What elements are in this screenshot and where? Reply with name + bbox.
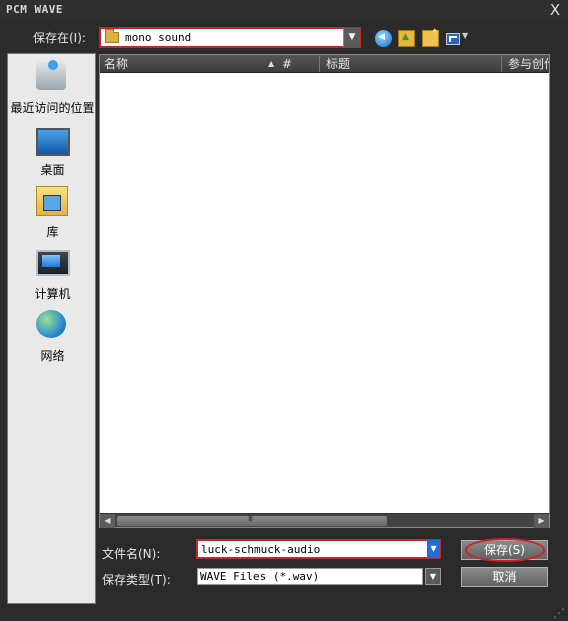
window-title: PCM WAVE [6,3,63,16]
filename-value: luck-schmuck-audio [201,543,321,556]
save-button[interactable]: 保存(S) [461,540,548,560]
computer-icon [36,250,70,276]
library-icon [36,186,68,216]
new-folder-icon[interactable] [422,27,439,47]
column-header-artist[interactable]: 参与创作 [504,56,549,72]
lookin-combobox[interactable]: mono sound ▼ [99,27,361,48]
lookin-label: 保存在(I): [33,31,86,45]
place-library[interactable]: 库 [8,182,97,242]
desktop-icon [36,128,70,156]
column-header-title[interactable]: 标题 [322,56,502,72]
place-label: 库 [46,225,59,239]
filetype-value: WAVE Files (*.wav) [200,570,320,583]
horizontal-scrollbar[interactable]: ◀ III ▶ [100,513,549,528]
filetype-label: 保存类型(T): [102,573,171,587]
place-computer[interactable]: 计算机 [8,244,97,304]
grip-icon: III [248,514,253,523]
close-button[interactable]: X [546,1,564,19]
place-label: 网络 [40,349,65,363]
title-bar [0,0,568,20]
place-label: 桌面 [40,163,65,177]
place-label: 计算机 [34,287,71,301]
place-network[interactable]: 网络 [8,306,97,366]
resize-grip-icon[interactable]: ⋰ [553,606,567,620]
list-header: 名称 ▲ # 标题 参与创作 [100,55,549,73]
place-recent[interactable]: 最近访问的位置 [8,58,97,118]
filetype-select[interactable]: WAVE Files (*.wav) [197,568,423,585]
chevron-down-icon[interactable]: ▼ [343,28,360,47]
scrollbar-thumb[interactable]: III [117,514,387,526]
chevron-down-icon[interactable]: ▼ [462,31,468,40]
back-icon[interactable] [375,30,392,47]
filename-input[interactable]: luck-schmuck-audio ▼ [196,539,441,559]
folder-icon [105,29,119,43]
place-label: 最近访问的位置 [10,101,95,115]
scroll-left-icon[interactable]: ◀ [100,514,115,528]
up-folder-icon[interactable] [398,30,415,47]
sort-ascending-icon: ▲ [268,59,275,68]
view-menu-icon[interactable] [446,33,460,45]
cancel-button[interactable]: 取消 [461,567,548,587]
scroll-right-icon[interactable]: ▶ [534,514,549,528]
lookin-value: mono sound [125,31,192,44]
file-list[interactable]: 名称 ▲ # 标题 参与创作 ◀ III ▶ [99,54,550,528]
network-icon [36,310,66,338]
column-header-number[interactable]: # [280,56,320,72]
recent-places-icon [36,60,66,90]
chevron-down-icon[interactable]: ▼ [427,540,440,558]
chevron-down-icon[interactable]: ▼ [425,568,441,585]
places-bar: 最近访问的位置 桌面 库 计算机 网络 [7,53,96,604]
place-desktop[interactable]: 桌面 [8,120,97,180]
filename-label: 文件名(N): [102,547,161,561]
